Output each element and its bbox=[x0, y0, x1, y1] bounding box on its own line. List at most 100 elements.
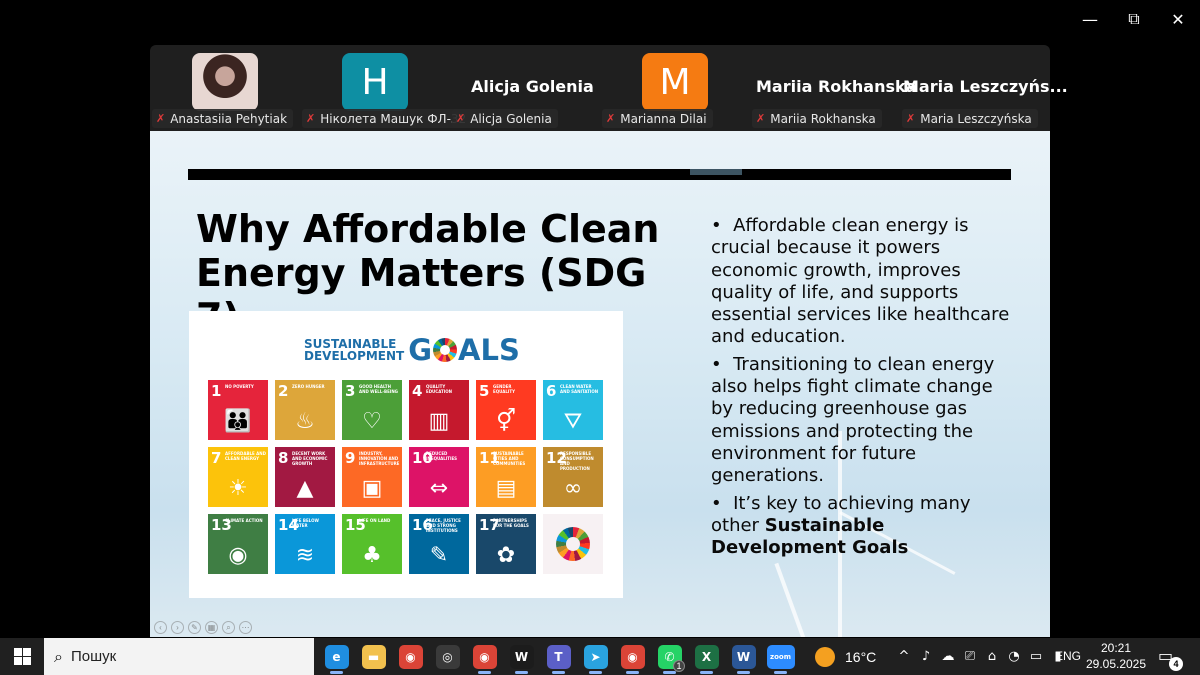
sdg-tile-16: 16 Peace, justice and strong institutions… bbox=[409, 514, 469, 574]
mic-muted-icon: ✗ bbox=[156, 112, 166, 125]
chrome-profile-icon: ◉ bbox=[472, 644, 497, 669]
mic-muted-icon: ✗ bbox=[306, 112, 316, 125]
sdg-tile-number: 4 bbox=[412, 382, 423, 400]
sdg-tile-number: 7 bbox=[211, 449, 222, 467]
participant-name-tag: ✗ Anastasiia Pehytiak bbox=[152, 109, 294, 128]
participant-tile-maria[interactable]: Maria Leszczyńs... ✗ Maria Leszczyńska bbox=[900, 45, 1068, 131]
tray-chevron-icon[interactable]: ^ bbox=[893, 649, 915, 664]
sdg-goals-image: SUSTAINABLE DEVELOPMENT G ALS 1 No poverty… bbox=[189, 311, 623, 598]
sdg-goals-grid: 1 No poverty 👪 2 Zero hunger ♨ 3 Good health an… bbox=[208, 380, 603, 574]
sdg-tile-number: 1 bbox=[211, 382, 222, 400]
sdg-tile-label: Clean water and sanitation bbox=[560, 384, 599, 394]
zoom-app-button[interactable]: zoom bbox=[762, 638, 799, 675]
sdg-tile-label: Life below water bbox=[292, 518, 319, 528]
sdg-tile-14: 14 Life below water ≋ bbox=[275, 514, 335, 574]
system-tray: ^ ♪ ☁ ⎚ ⌂ ◔ ▭ ▮ bbox=[893, 638, 1069, 675]
chrome-2-app-button[interactable]: ◉ bbox=[614, 638, 651, 675]
mic-muted-icon: ✗ bbox=[456, 112, 466, 125]
file-explorer-app-button[interactable]: ▬ bbox=[355, 638, 392, 675]
participant-big-name: Alicja Golenia bbox=[471, 77, 594, 96]
webex-app-button[interactable]: W bbox=[503, 638, 540, 675]
slide-controls: ‹ › ✎ ▦ ⌕ ⋯ bbox=[154, 621, 252, 634]
obs-icon: ◎ bbox=[435, 644, 460, 669]
teams-icon: T bbox=[546, 644, 571, 669]
chrome-icon: ◉ bbox=[398, 644, 423, 669]
sdg-tile-1: 1 No poverty 👪 bbox=[208, 380, 268, 440]
sdg-tile-icon: ∞ bbox=[563, 476, 583, 501]
sdg-tile-icon: ♣ bbox=[362, 543, 382, 568]
next-slide-icon[interactable]: › bbox=[171, 621, 184, 634]
obs-app-button[interactable]: ◎ bbox=[429, 638, 466, 675]
screen: — ⧉ ✕ ✗ Anastasiia Pehytiak H ✗ Ніколета М… bbox=[0, 0, 1200, 675]
whatsapp-app-button[interactable]: ✆ 1 bbox=[651, 638, 688, 675]
wifi-icon[interactable]: ◔ bbox=[1003, 649, 1025, 664]
participant-tile-anastasiia[interactable]: ✗ Anastasiia Pehytiak bbox=[150, 45, 300, 131]
bullet-2: • Transitioning to clean energy also hel… bbox=[711, 353, 995, 487]
sdg-tile-5: 5 Gender equality ⚥ bbox=[476, 380, 536, 440]
network-icon[interactable]: ⌂ bbox=[981, 649, 1003, 664]
search-icon: ⌕ bbox=[54, 646, 63, 666]
word-app-button[interactable]: W bbox=[725, 638, 762, 675]
sdg-tile-label: Quality education bbox=[426, 384, 452, 394]
weather-widget[interactable]: 16°C bbox=[815, 638, 876, 675]
clock-date: 29.05.2025 bbox=[1085, 657, 1147, 671]
onedrive-icon[interactable]: ☁ bbox=[937, 649, 959, 664]
prev-slide-icon[interactable]: ‹ bbox=[154, 621, 167, 634]
sdg-tile-label: Affordable and clean energy bbox=[225, 451, 266, 461]
participant-name: Ніколета Машук ФЛ-32 bbox=[320, 111, 467, 126]
bullet-text: Affordable clean energy is crucial becau… bbox=[711, 215, 1010, 348]
sdg-tile-label: Sustainable cities and communities bbox=[493, 451, 526, 466]
start-button[interactable] bbox=[0, 638, 44, 675]
sdg-tile-label: Partnerships for the goals bbox=[493, 518, 529, 528]
close-icon[interactable]: ✕ bbox=[1156, 6, 1200, 32]
sdg-tile-10: 10 Reduced inequalities ⇔ bbox=[409, 447, 469, 507]
sdg-tile-7: 7 Affordable and clean energy ☀ bbox=[208, 447, 268, 507]
file-explorer-icon: ▬ bbox=[361, 644, 386, 669]
sdg-tile-icon: ▲ bbox=[296, 476, 314, 501]
bullet-1: • Affordable clean energy is crucial bec… bbox=[711, 215, 1010, 348]
clock[interactable]: 20:21 29.05.2025 bbox=[1085, 640, 1147, 672]
participant-big-name: Mariia Rokhanska bbox=[756, 77, 917, 96]
participant-tile-alicja[interactable]: Alicja Golenia ✗ Alicja Golenia bbox=[450, 45, 600, 131]
participant-tile-nikoleta[interactable]: H ✗ Ніколета Машук ФЛ-32 bbox=[300, 45, 473, 131]
slides-icon[interactable]: ▦ bbox=[205, 621, 218, 634]
word-icon: W bbox=[731, 644, 756, 669]
restore-icon[interactable]: ⧉ bbox=[1112, 6, 1156, 32]
sdg-tile-icon: ⇔ bbox=[429, 476, 449, 501]
teams-app-button[interactable]: T bbox=[540, 638, 577, 675]
battery-icon[interactable]: ▭ bbox=[1025, 649, 1047, 664]
sdg-tile-number: 6 bbox=[546, 382, 557, 400]
sdg-tile-3: 3 Good health and well-being ♡ bbox=[342, 380, 402, 440]
telegram-app-button[interactable]: ➤ bbox=[577, 638, 614, 675]
edge-app-button[interactable]: e bbox=[318, 638, 355, 675]
sdg-tile-icon: ▤ bbox=[495, 476, 517, 501]
pen-icon[interactable]: ✎ bbox=[188, 621, 201, 634]
taskbar: ⌕ Пошук e ▬ ◉ ◎ ◉ W T ➤ ◉ ✆ 1 X Wzoom 16°C ^ ♪ ☁ ⎚ ⌂… bbox=[0, 638, 1200, 675]
volume-icon[interactable]: ♪ bbox=[915, 649, 937, 664]
sdg-tile-label: Gender equality bbox=[493, 384, 516, 394]
chrome-app-button[interactable]: ◉ bbox=[392, 638, 429, 675]
sdg-tile-icon: ♡ bbox=[362, 409, 382, 434]
sdg-tile-17: 17 Partnerships for the goals ✿ bbox=[476, 514, 536, 574]
participant-tile-mariia[interactable]: Mariia Rokhanska ✗ Mariia Rokhanska bbox=[750, 45, 916, 131]
minimize-icon[interactable]: — bbox=[1068, 6, 1112, 32]
zoom-icon[interactable]: ⌕ bbox=[222, 621, 235, 634]
chrome-profile-app-button[interactable]: ◉ bbox=[466, 638, 503, 675]
clock-time: 20:21 bbox=[1100, 641, 1132, 655]
excel-app-button[interactable]: X bbox=[688, 638, 725, 675]
sdg-tile-15: 15 Life on land ♣ bbox=[342, 514, 402, 574]
display-icon[interactable]: ⎚ bbox=[959, 649, 981, 664]
sdg-tile-label: Life on land bbox=[359, 518, 391, 523]
sdg-tile-label: No poverty bbox=[225, 384, 254, 389]
windows-logo-icon bbox=[13, 648, 31, 665]
sdg-tile-9: 9 Industry, innovation and infrastructure… bbox=[342, 447, 402, 507]
webex-icon: W bbox=[509, 644, 534, 669]
more-icon[interactable]: ⋯ bbox=[239, 621, 252, 634]
sdg-tile-12: 12 Responsible consumption and production… bbox=[543, 447, 603, 507]
taskbar-search[interactable]: ⌕ Пошук bbox=[44, 638, 314, 675]
participant-tile-marianna[interactable]: M ✗ Marianna Dilai bbox=[600, 45, 750, 131]
sdg-header: SUSTAINABLE DEVELOPMENT G ALS bbox=[304, 333, 520, 367]
whatsapp-badge: 1 bbox=[673, 660, 685, 672]
language-indicator[interactable]: ENG bbox=[1055, 649, 1081, 663]
slide-top-bar bbox=[188, 169, 1011, 180]
